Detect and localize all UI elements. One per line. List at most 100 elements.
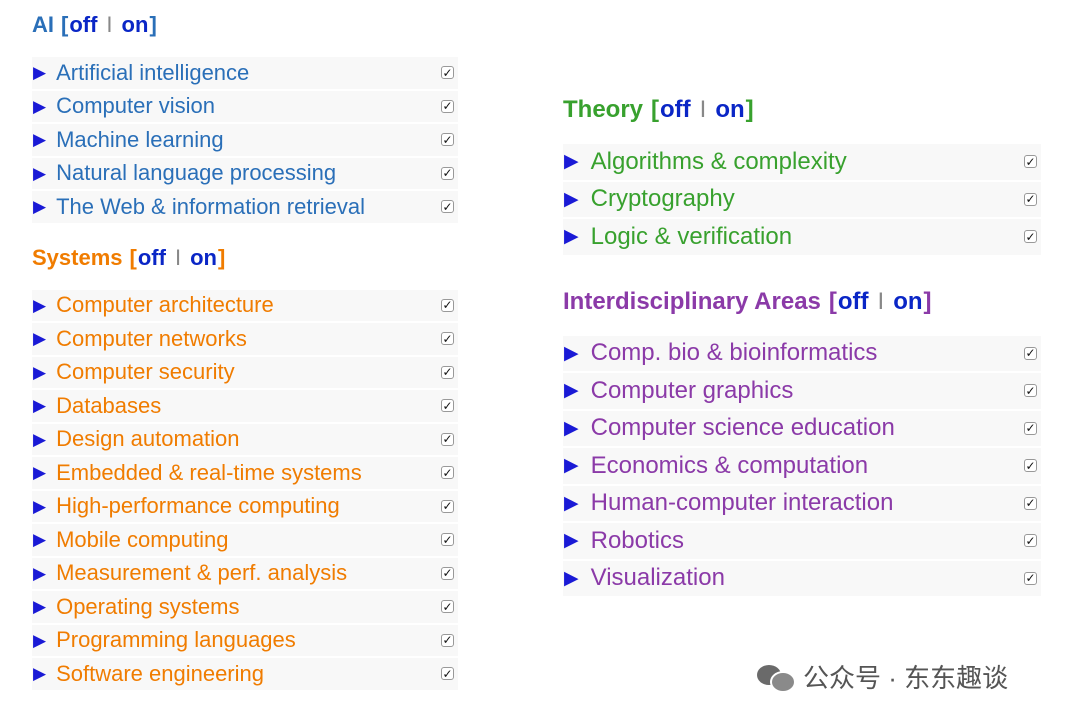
expand-arrow-icon[interactable]: ▶	[33, 665, 46, 682]
expand-arrow-icon[interactable]: ▶	[33, 297, 46, 314]
list-item[interactable]: ▶ Cryptography ✓	[563, 181, 1041, 217]
item-checkbox[interactable]: ✓	[1024, 230, 1037, 244]
item-label[interactable]: Software engineering	[56, 661, 264, 687]
item-label[interactable]: Computer vision	[56, 93, 215, 119]
item-checkbox[interactable]: ✓	[1024, 571, 1037, 585]
item-checkbox[interactable]: ✓	[441, 432, 454, 446]
item-checkbox[interactable]: ✓	[441, 566, 454, 580]
expand-arrow-icon[interactable]: ▶	[564, 152, 579, 171]
item-checkbox[interactable]: ✓	[1024, 496, 1037, 510]
list-item[interactable]: ▶ Economics & computation ✓	[563, 448, 1041, 484]
expand-arrow-icon[interactable]: ▶	[564, 419, 579, 438]
item-checkbox[interactable]: ✓	[441, 66, 454, 80]
expand-arrow-icon[interactable]: ▶	[564, 344, 579, 363]
toggle-on-link[interactable]: on	[122, 12, 149, 38]
expand-arrow-icon[interactable]: ▶	[33, 464, 46, 481]
list-item[interactable]: ▶ Operating systems ✓	[32, 591, 458, 623]
item-label[interactable]: Measurement & perf. analysis	[56, 560, 347, 586]
toggle-off-link[interactable]: off	[138, 245, 166, 271]
list-item[interactable]: ▶ Computer science education ✓	[563, 410, 1041, 446]
expand-arrow-icon[interactable]: ▶	[564, 456, 579, 475]
expand-arrow-icon[interactable]: ▶	[33, 565, 46, 582]
item-checkbox[interactable]: ✓	[441, 466, 454, 480]
list-item[interactable]: ▶ Computer networks ✓	[32, 323, 458, 355]
item-label[interactable]: Robotics	[591, 527, 684, 555]
list-item[interactable]: ▶ Machine learning ✓	[32, 124, 458, 156]
list-item[interactable]: ▶ Comp. bio & bioinformatics ✓	[563, 335, 1041, 371]
expand-arrow-icon[interactable]: ▶	[33, 531, 46, 548]
list-item[interactable]: ▶ Artificial intelligence ✓	[32, 57, 458, 89]
expand-arrow-icon[interactable]: ▶	[564, 227, 579, 246]
item-label[interactable]: Computer networks	[56, 326, 247, 352]
list-item[interactable]: ▶ Programming languages ✓	[32, 624, 458, 656]
item-label[interactable]: Programming languages	[56, 627, 296, 653]
list-item[interactable]: ▶ Databases ✓	[32, 390, 458, 422]
item-label[interactable]: Logic & verification	[591, 223, 792, 251]
item-label[interactable]: Artificial intelligence	[56, 60, 249, 86]
toggle-on-link[interactable]: on	[190, 245, 217, 271]
expand-arrow-icon[interactable]: ▶	[564, 381, 579, 400]
item-checkbox[interactable]: ✓	[441, 133, 454, 147]
item-checkbox[interactable]: ✓	[441, 365, 454, 379]
expand-arrow-icon[interactable]: ▶	[33, 98, 46, 115]
list-item[interactable]: ▶ Measurement & perf. analysis ✓	[32, 557, 458, 589]
list-item[interactable]: ▶ Logic & verification ✓	[563, 219, 1041, 255]
list-item[interactable]: ▶ Visualization ✓	[563, 560, 1041, 596]
expand-arrow-icon[interactable]: ▶	[33, 632, 46, 649]
expand-arrow-icon[interactable]: ▶	[564, 494, 579, 513]
item-checkbox[interactable]: ✓	[441, 99, 454, 113]
item-label[interactable]: Economics & computation	[591, 452, 868, 480]
item-checkbox[interactable]: ✓	[441, 633, 454, 647]
item-checkbox[interactable]: ✓	[1024, 534, 1037, 548]
item-label[interactable]: The Web & information retrieval	[56, 194, 365, 220]
expand-arrow-icon[interactable]: ▶	[564, 569, 579, 588]
list-item[interactable]: ▶ Design automation ✓	[32, 423, 458, 455]
item-label[interactable]: Comp. bio & bioinformatics	[591, 339, 878, 367]
expand-arrow-icon[interactable]: ▶	[33, 598, 46, 615]
toggle-on-link[interactable]: on	[893, 288, 922, 316]
expand-arrow-icon[interactable]: ▶	[33, 498, 46, 515]
expand-arrow-icon[interactable]: ▶	[33, 431, 46, 448]
item-label[interactable]: Embedded & real-time systems	[56, 460, 362, 486]
list-item[interactable]: ▶ Computer security ✓	[32, 356, 458, 388]
item-label[interactable]: Databases	[56, 393, 161, 419]
list-item[interactable]: ▶ Embedded & real-time systems ✓	[32, 457, 458, 489]
expand-arrow-icon[interactable]: ▶	[564, 531, 579, 550]
item-checkbox[interactable]: ✓	[441, 667, 454, 681]
expand-arrow-icon[interactable]: ▶	[33, 198, 46, 215]
item-checkbox[interactable]: ✓	[441, 600, 454, 614]
expand-arrow-icon[interactable]: ▶	[33, 64, 46, 81]
item-checkbox[interactable]: ✓	[441, 166, 454, 180]
item-checkbox[interactable]: ✓	[441, 499, 454, 513]
list-item[interactable]: ▶ Computer architecture ✓	[32, 289, 458, 321]
item-label[interactable]: Natural language processing	[56, 160, 336, 186]
list-item[interactable]: ▶ The Web & information retrieval ✓	[32, 191, 458, 223]
expand-arrow-icon[interactable]: ▶	[33, 165, 46, 182]
expand-arrow-icon[interactable]: ▶	[33, 330, 46, 347]
item-checkbox[interactable]: ✓	[441, 332, 454, 346]
item-checkbox[interactable]: ✓	[1024, 384, 1037, 398]
item-checkbox[interactable]: ✓	[1024, 155, 1037, 169]
list-item[interactable]: ▶ High-performance computing ✓	[32, 490, 458, 522]
item-checkbox[interactable]: ✓	[441, 533, 454, 547]
list-item[interactable]: ▶ Human-computer interaction ✓	[563, 485, 1041, 521]
item-checkbox[interactable]: ✓	[1024, 192, 1037, 206]
list-item[interactable]: ▶ Computer graphics ✓	[563, 373, 1041, 409]
item-checkbox[interactable]: ✓	[441, 200, 454, 214]
expand-arrow-icon[interactable]: ▶	[564, 190, 579, 209]
list-item[interactable]: ▶ Computer vision ✓	[32, 90, 458, 122]
toggle-on-link[interactable]: on	[715, 96, 744, 124]
list-item[interactable]: ▶ Robotics ✓	[563, 523, 1041, 559]
item-label[interactable]: Operating systems	[56, 594, 239, 620]
list-item[interactable]: ▶ Mobile computing ✓	[32, 524, 458, 556]
item-checkbox[interactable]: ✓	[1024, 346, 1037, 360]
item-label[interactable]: Human-computer interaction	[591, 489, 894, 517]
item-label[interactable]: Computer security	[56, 359, 235, 385]
item-checkbox[interactable]: ✓	[1024, 459, 1037, 473]
toggle-off-link[interactable]: off	[69, 12, 97, 38]
item-label[interactable]: Visualization	[591, 564, 725, 592]
list-item[interactable]: ▶ Algorithms & complexity ✓	[563, 144, 1041, 180]
item-label[interactable]: Algorithms & complexity	[591, 148, 847, 176]
item-label[interactable]: High-performance computing	[56, 493, 340, 519]
item-checkbox[interactable]: ✓	[441, 298, 454, 312]
